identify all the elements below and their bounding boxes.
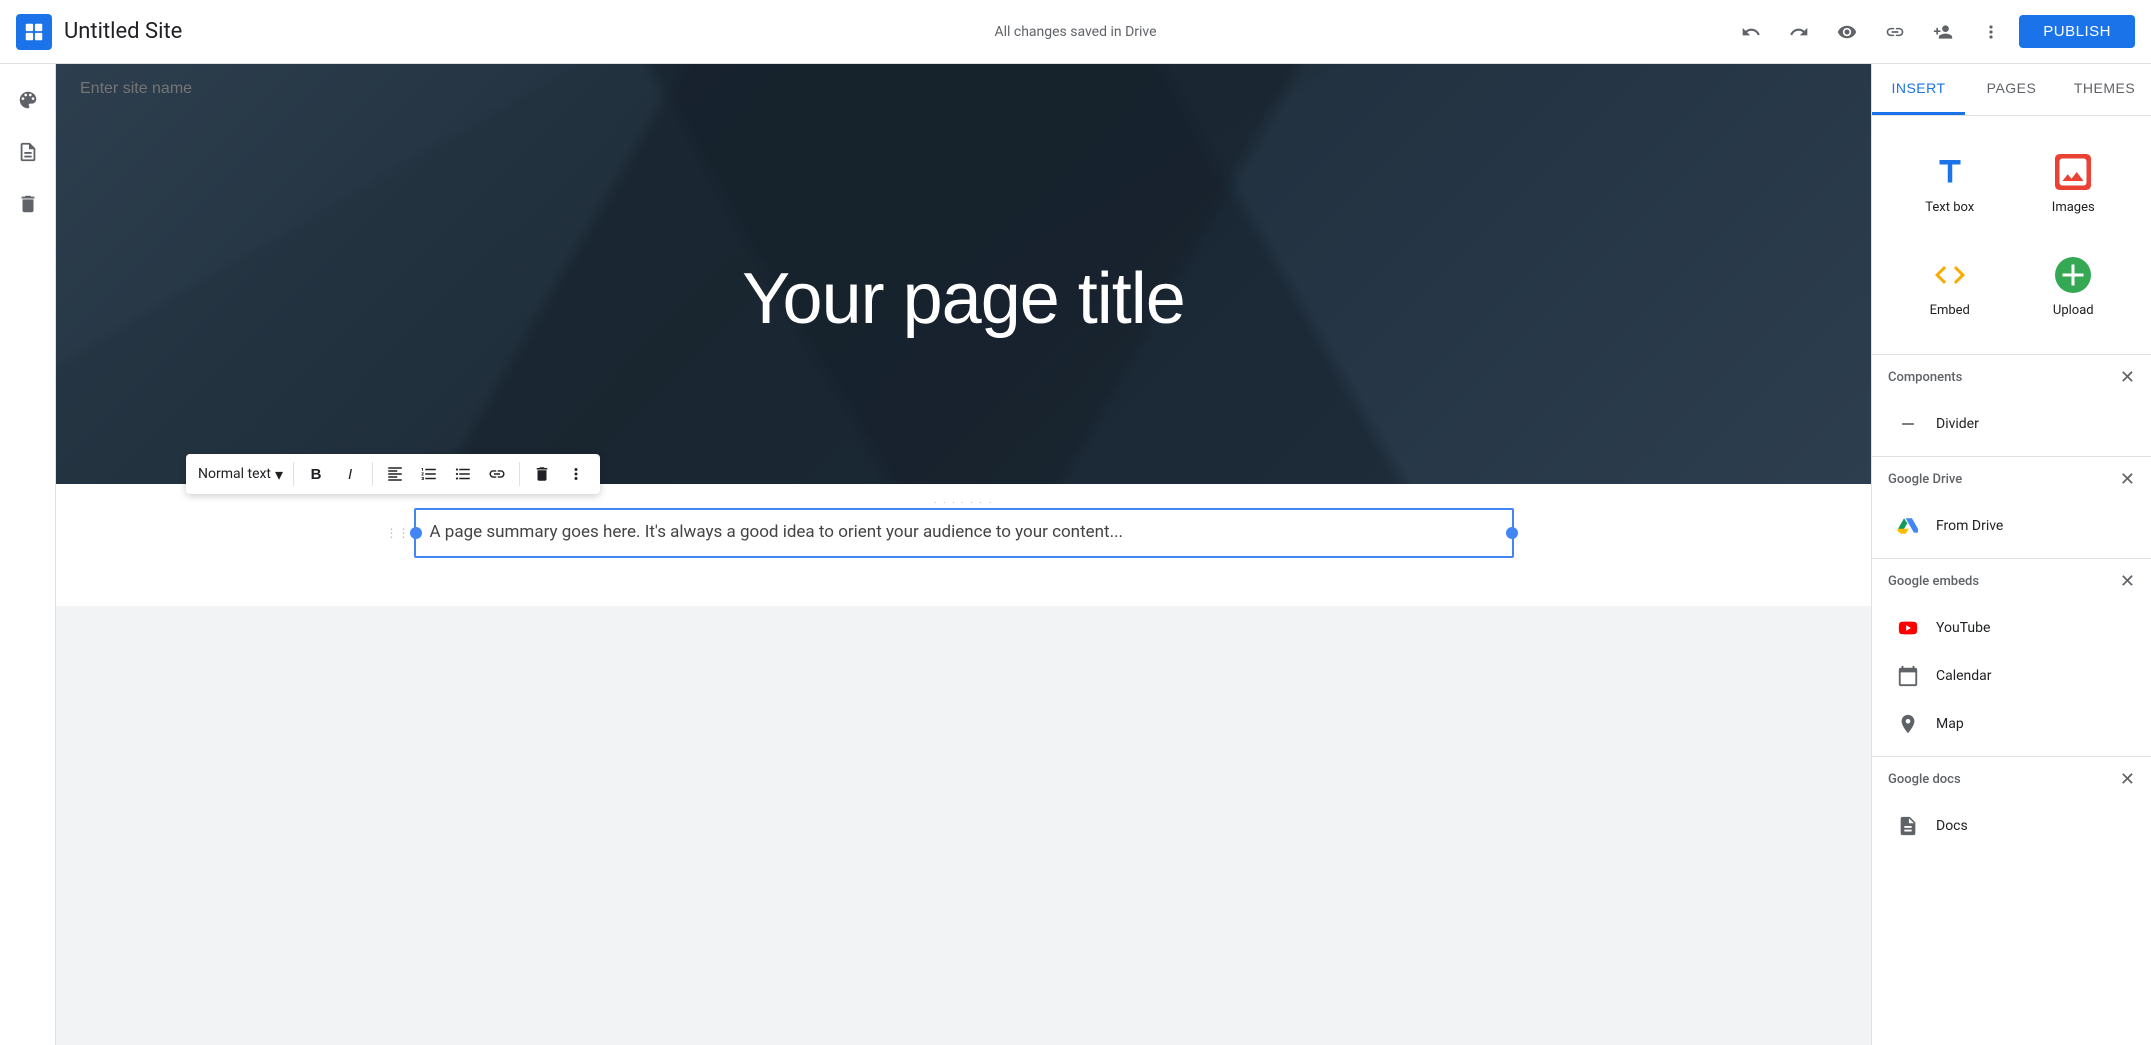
share-link-button[interactable] xyxy=(1875,12,1915,52)
insert-text-box[interactable]: Text box xyxy=(1888,132,2012,235)
hero-section[interactable]: Your page title xyxy=(56,64,1871,484)
insert-from-drive[interactable]: From Drive xyxy=(1888,502,2135,550)
more-options-button[interactable] xyxy=(1971,12,2011,52)
divider-label: Divider xyxy=(1936,416,1979,432)
add-collaborator-button[interactable] xyxy=(1923,12,1963,52)
text-block[interactable]: · · · · · · · A page summary goes here. … xyxy=(414,508,1514,558)
format-select[interactable]: Normal text ▾ xyxy=(194,461,287,488)
unordered-list-button[interactable] xyxy=(447,458,479,490)
preview-button[interactable] xyxy=(1827,12,1867,52)
tab-themes[interactable]: THEMES xyxy=(2058,64,2151,115)
hero-page-title[interactable]: Your page title xyxy=(56,114,1871,484)
google-embeds-items: YouTube Calendar Map xyxy=(1872,604,2151,756)
content-area: ⋮⋮ · · · · · · · A page summary goes her… xyxy=(56,484,1871,606)
palette-button[interactable] xyxy=(8,80,48,120)
pages-sidebar-button[interactable] xyxy=(8,132,48,172)
google-drive-items: From Drive xyxy=(1872,502,2151,558)
insert-map[interactable]: Map xyxy=(1888,700,2135,748)
text-block-container: ⋮⋮ · · · · · · · A page summary goes her… xyxy=(394,508,1534,558)
left-sidebar xyxy=(0,64,56,1045)
calendar-label: Calendar xyxy=(1936,668,1992,684)
topbar: Untitled Site All changes saved in Drive… xyxy=(0,0,2151,64)
images-icon xyxy=(2053,152,2093,192)
google-embeds-collapse-icon: ✕ xyxy=(2120,571,2135,592)
save-status: All changes saved in Drive xyxy=(994,24,1156,40)
text-box-icon xyxy=(1930,152,1970,192)
docs-label: Docs xyxy=(1936,818,1968,834)
main-layout: Your page title Normal text ▾ B I xyxy=(0,64,2151,1045)
google-embeds-label: Google embeds xyxy=(1888,574,1979,589)
chevron-down-icon: ▾ xyxy=(275,465,283,484)
drag-dots-top: · · · · · · · xyxy=(934,496,993,511)
google-docs-section-header[interactable]: Google docs ✕ xyxy=(1872,756,2151,802)
google-docs-collapse-icon: ✕ xyxy=(2120,769,2135,790)
site-canvas: Your page title Normal text ▾ B I xyxy=(56,64,1871,606)
align-left-button[interactable] xyxy=(379,458,411,490)
delete-sidebar-button[interactable] xyxy=(8,184,48,224)
google-docs-items: Docs xyxy=(1872,802,2151,858)
text-block-content: A page summary goes here. It's always a … xyxy=(430,522,1124,542)
text-format-toolbar: Normal text ▾ B I xyxy=(186,454,600,494)
google-embeds-section-header[interactable]: Google embeds ✕ xyxy=(1872,558,2151,604)
calendar-icon xyxy=(1896,664,1920,688)
youtube-icon xyxy=(1896,616,1920,640)
insert-divider[interactable]: Divider xyxy=(1888,400,2135,448)
insert-embed[interactable]: Embed xyxy=(1888,235,2012,338)
insert-images[interactable]: Images xyxy=(2012,132,2136,235)
tab-insert[interactable]: INSERT xyxy=(1872,64,1965,115)
tab-pages[interactable]: PAGES xyxy=(1965,64,2058,115)
components-section-header[interactable]: Components ✕ xyxy=(1872,354,2151,400)
resize-handle-left[interactable] xyxy=(410,527,422,539)
insert-youtube[interactable]: YouTube xyxy=(1888,604,2135,652)
google-drive-section-header[interactable]: Google Drive ✕ xyxy=(1872,456,2151,502)
from-drive-label: From Drive xyxy=(1936,518,2003,534)
components-collapse-icon: ✕ xyxy=(2120,367,2135,388)
google-drive-collapse-icon: ✕ xyxy=(2120,469,2135,490)
delete-block-button[interactable] xyxy=(526,458,558,490)
resize-handle-right[interactable] xyxy=(1506,527,1518,539)
divider-icon xyxy=(1896,412,1920,436)
images-label: Images xyxy=(2052,200,2095,215)
right-panel-tabs: INSERT PAGES THEMES xyxy=(1872,64,2151,116)
format-label: Normal text xyxy=(198,466,271,482)
docs-icon xyxy=(1896,814,1920,838)
topbar-actions: PUBLISH xyxy=(1731,12,2135,52)
components-label: Components xyxy=(1888,370,1962,385)
site-title: Untitled Site xyxy=(64,19,182,44)
drive-icon xyxy=(1896,514,1920,538)
bold-button[interactable]: B xyxy=(300,458,332,490)
more-block-options-button[interactable] xyxy=(560,458,592,490)
publish-button[interactable]: PUBLISH xyxy=(2019,15,2135,48)
redo-button[interactable] xyxy=(1779,12,1819,52)
ordered-list-button[interactable] xyxy=(413,458,445,490)
youtube-label: YouTube xyxy=(1936,620,1990,636)
upload-label: Upload xyxy=(2053,303,2094,318)
map-icon xyxy=(1896,712,1920,736)
undo-button[interactable] xyxy=(1731,12,1771,52)
toolbar-divider-2 xyxy=(372,462,373,486)
google-drive-label: Google Drive xyxy=(1888,472,1962,487)
italic-button[interactable]: I xyxy=(334,458,366,490)
embed-label: Embed xyxy=(1930,303,1970,318)
app-logo xyxy=(16,14,52,50)
site-name-input[interactable] xyxy=(56,64,1871,114)
right-panel: INSERT PAGES THEMES Text box xyxy=(1871,64,2151,1045)
canvas-area[interactable]: Your page title Normal text ▾ B I xyxy=(56,64,1871,1045)
insert-grid: Text box Images Embed xyxy=(1872,116,2151,354)
text-box-label: Text box xyxy=(1925,200,1974,215)
embed-icon xyxy=(1930,255,1970,295)
link-button[interactable] xyxy=(481,458,513,490)
drag-handle[interactable]: ⋮⋮ xyxy=(386,526,410,540)
insert-calendar[interactable]: Calendar xyxy=(1888,652,2135,700)
google-docs-label: Google docs xyxy=(1888,772,1961,787)
upload-icon xyxy=(2053,255,2093,295)
toolbar-divider-1 xyxy=(293,462,294,486)
insert-docs[interactable]: Docs xyxy=(1888,802,2135,850)
toolbar-divider-3 xyxy=(519,462,520,486)
map-label: Map xyxy=(1936,716,1964,732)
insert-upload[interactable]: Upload xyxy=(2012,235,2136,338)
components-items: Divider xyxy=(1872,400,2151,456)
